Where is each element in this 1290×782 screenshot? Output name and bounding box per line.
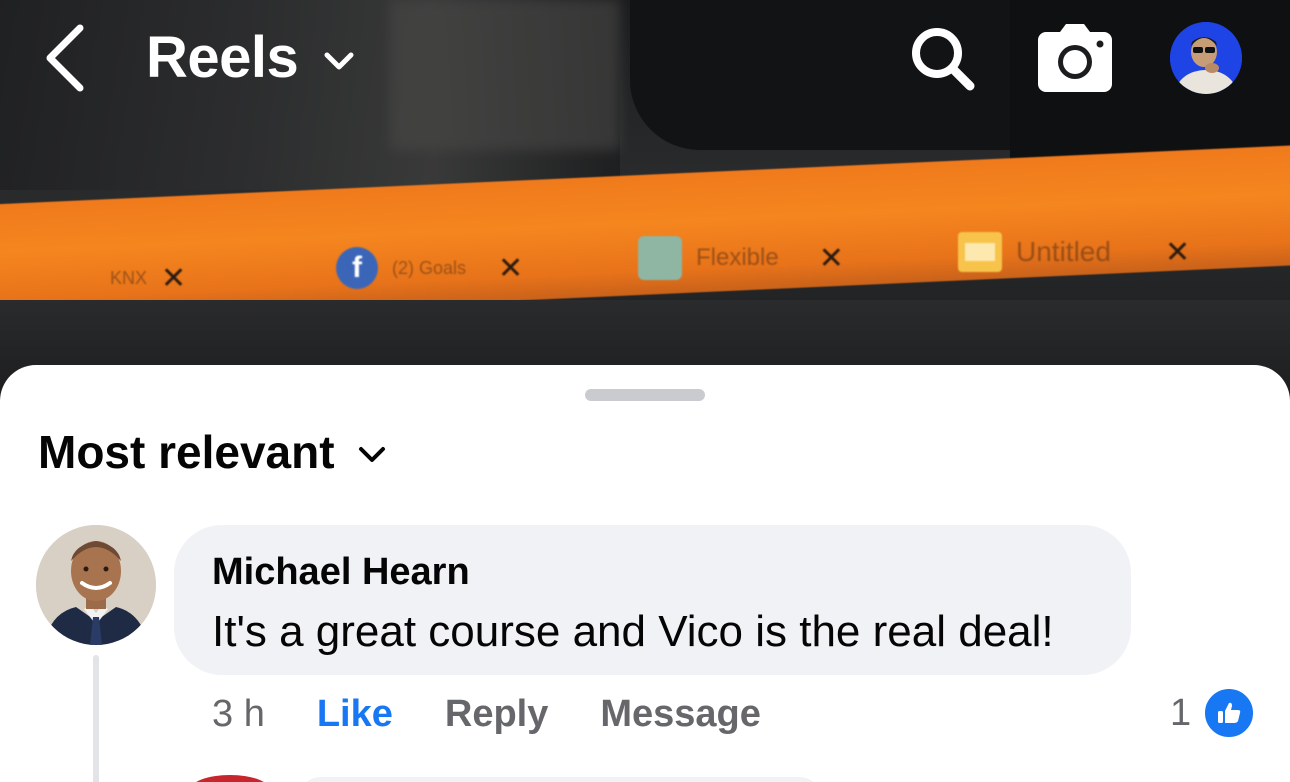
camera-button[interactable] — [1036, 22, 1114, 94]
close-icon: ✕ — [1164, 235, 1191, 269]
commenter-photo — [36, 525, 156, 645]
back-button[interactable] — [38, 22, 98, 94]
comment-bubble[interactable]: Michael Hearn It's a great course and Vi… — [174, 525, 1131, 675]
facebook-icon: f — [336, 247, 378, 289]
video-tab-label: Untitled — [1016, 236, 1111, 267]
document-icon — [958, 232, 1002, 272]
comment-author[interactable]: Michael Hearn — [212, 551, 470, 594]
search-button[interactable] — [908, 24, 978, 94]
reels-comments-screen: KNX ✕ f (2) Goals ✕ Flexible ✕ Untitled … — [0, 0, 1290, 782]
chevron-left-icon — [46, 24, 84, 92]
reply-button[interactable]: Reply — [445, 693, 548, 736]
comment-timestamp: 3 h — [212, 692, 265, 735]
sheet-drag-handle[interactable] — [585, 389, 705, 401]
sort-dropdown[interactable]: Most relevant — [38, 425, 387, 479]
video-tab-label: Flexible — [696, 244, 779, 271]
sort-label: Most relevant — [38, 426, 335, 478]
next-comment-bubble[interactable] — [300, 777, 820, 782]
close-icon: ✕ — [161, 261, 187, 295]
page-title: Reels — [146, 25, 299, 90]
camera-icon — [1038, 24, 1112, 92]
thumbs-up-icon — [1203, 687, 1256, 739]
reaction-count: 1 — [1170, 691, 1192, 734]
reply-thread-line — [93, 655, 99, 782]
like-button[interactable]: Like — [317, 693, 393, 736]
chevron-down-icon — [358, 447, 385, 462]
search-icon — [912, 28, 975, 91]
close-icon: ✕ — [818, 241, 844, 275]
chatgpt-icon — [638, 236, 682, 280]
comment-actions: 3 h Like Reply Message — [212, 689, 761, 739]
thumbs-up-glyph — [1218, 702, 1241, 723]
video-tab: KNX ✕ — [110, 258, 186, 298]
video-tab: Untitled ✕ — [958, 232, 1190, 272]
chevron-down-icon — [324, 52, 354, 69]
profile-avatar[interactable] — [1170, 22, 1242, 94]
close-icon: ✕ — [498, 251, 524, 285]
top-bar: Reels — [0, 0, 1290, 120]
video-tab: f (2) Goals ✕ — [336, 247, 524, 289]
next-commenter-avatar[interactable] — [190, 775, 270, 782]
video-tab-label: (2) Goals — [392, 257, 467, 278]
video-tab: Flexible ✕ — [638, 236, 844, 280]
profile-photo — [1170, 22, 1242, 94]
reels-title-dropdown[interactable]: Reels — [146, 24, 356, 91]
reaction-summary[interactable]: 1 — [1170, 687, 1256, 739]
comments-sheet: Most relevant Michael Hearn It's a great… — [0, 365, 1290, 782]
comment-text: It's a great course and Vico is the real… — [212, 607, 1054, 656]
message-button[interactable]: Message — [600, 693, 761, 736]
video-tab-label: KNX — [110, 267, 148, 288]
commenter-avatar[interactable] — [36, 525, 156, 645]
